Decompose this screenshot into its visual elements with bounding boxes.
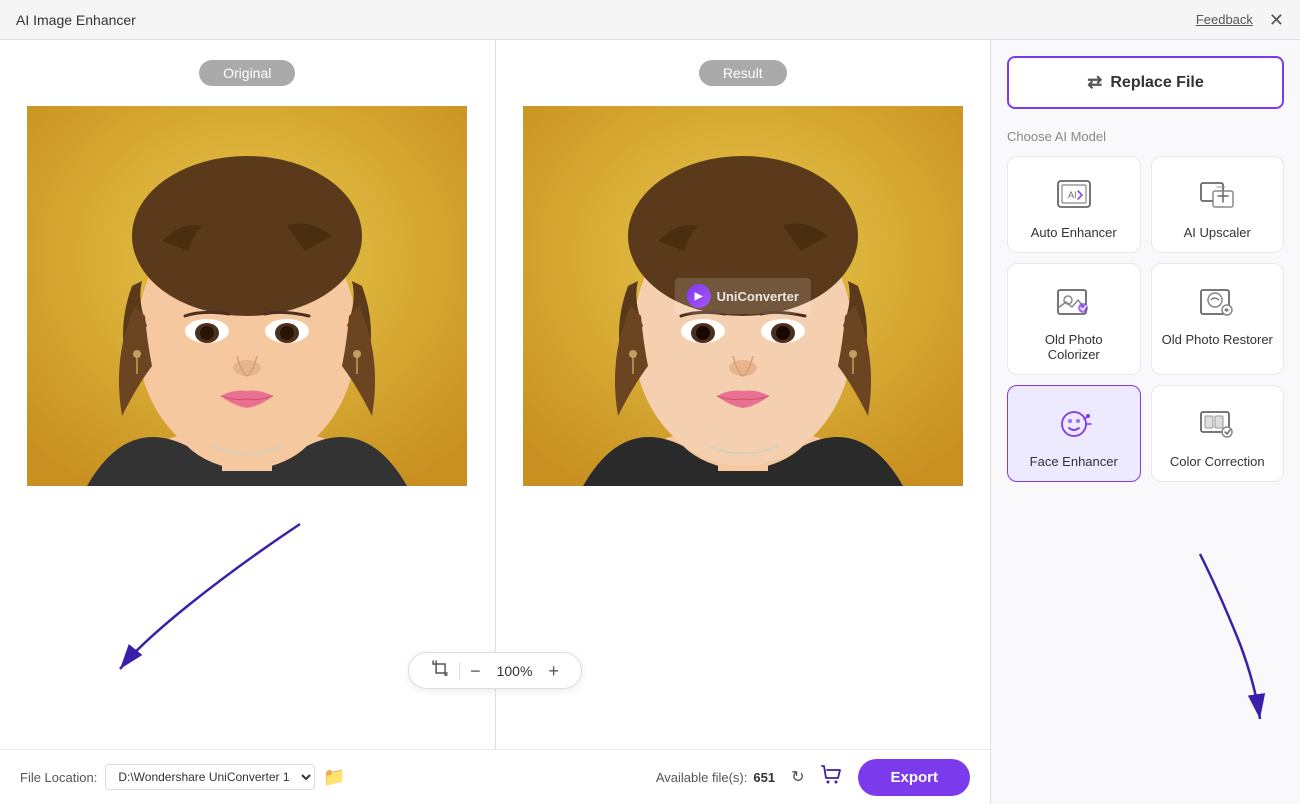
app-title: AI Image Enhancer <box>16 12 136 28</box>
face-enhancer-label: Face Enhancer <box>1030 454 1118 469</box>
zoom-out-button[interactable]: − <box>462 662 489 680</box>
folder-button[interactable]: 📁 <box>323 767 345 788</box>
result-panel: Result <box>496 40 991 749</box>
auto-enhancer-label: Auto Enhancer <box>1031 225 1117 240</box>
choose-model-label: Choose AI Model <box>1007 129 1284 144</box>
model-card-ai-upscaler[interactable]: AI Upscaler <box>1151 156 1285 253</box>
image-area: Original <box>0 40 990 804</box>
color-correction-icon <box>1195 402 1239 446</box>
main-content: Original <box>0 40 1300 804</box>
replace-icon: ⇄ <box>1087 72 1102 93</box>
export-button[interactable]: Export <box>858 759 970 796</box>
title-bar-right: Feedback ✕ <box>1196 11 1284 29</box>
color-correction-label: Color Correction <box>1170 454 1265 469</box>
model-card-auto-enhancer[interactable]: AI Auto Enhancer <box>1007 156 1141 253</box>
old-photo-restorer-icon <box>1195 280 1239 324</box>
auto-enhancer-icon: AI <box>1052 173 1096 217</box>
result-label: Result <box>699 60 787 86</box>
watermark-icon: ▶ <box>687 284 711 308</box>
model-card-face-enhancer[interactable]: Face Enhancer <box>1007 385 1141 482</box>
file-location-label: File Location: <box>20 770 97 785</box>
old-photo-colorizer-icon <box>1052 280 1096 324</box>
ai-upscaler-label: AI Upscaler <box>1184 225 1251 240</box>
close-button[interactable]: ✕ <box>1269 11 1284 29</box>
original-photo <box>27 106 467 486</box>
replace-file-button[interactable]: ⇄ Replace File <box>1007 56 1284 109</box>
model-card-old-photo-restorer[interactable]: Old Photo Restorer <box>1151 263 1285 375</box>
replace-file-label: Replace File <box>1110 74 1203 92</box>
title-bar: AI Image Enhancer Feedback ✕ <box>0 0 1300 40</box>
available-label: Available file(s): <box>656 770 748 785</box>
zoom-in-button[interactable]: + <box>540 662 567 680</box>
model-card-color-correction[interactable]: Color Correction <box>1151 385 1285 482</box>
face-enhancer-icon <box>1052 402 1096 446</box>
refresh-button[interactable]: ↻ <box>791 767 804 787</box>
original-label: Original <box>199 60 295 86</box>
available-count: 651 <box>753 770 775 785</box>
result-photo: ▶ UniConverter <box>523 106 963 486</box>
file-path-select[interactable]: D:\Wondershare UniConverter 1 <box>105 764 315 790</box>
image-panels: Original <box>0 40 990 749</box>
available-files: Available file(s): 651 <box>656 770 775 785</box>
right-arrow-svg <box>1100 544 1280 744</box>
zoom-controls: − 100% + <box>408 652 582 689</box>
svg-text:AI: AI <box>1068 190 1077 200</box>
watermark: ▶ UniConverter <box>675 278 811 314</box>
feedback-link[interactable]: Feedback <box>1196 12 1253 27</box>
original-photo-svg <box>27 106 467 486</box>
file-location: File Location: D:\Wondershare UniConvert… <box>20 764 346 790</box>
model-grid: AI Auto Enhancer AI Upscaler <box>1007 156 1284 482</box>
zoom-value: 100% <box>489 663 541 679</box>
crop-button[interactable] <box>423 659 457 682</box>
title-bar-left: AI Image Enhancer <box>16 12 136 28</box>
original-panel: Original <box>0 40 496 749</box>
cart-button[interactable] <box>820 764 842 791</box>
old-photo-restorer-label: Old Photo Restorer <box>1162 332 1273 347</box>
model-card-old-photo-colorizer[interactable]: Old Photo Colorizer <box>1007 263 1141 375</box>
bottom-right: Available file(s): 651 ↻ Export <box>656 759 970 796</box>
right-panel: ⇄ Replace File Choose AI Model AI Auto E… <box>990 40 1300 804</box>
watermark-text: UniConverter <box>717 289 799 304</box>
old-photo-colorizer-label: Old Photo Colorizer <box>1018 332 1130 362</box>
ai-upscaler-icon <box>1195 173 1239 217</box>
bottom-bar: File Location: D:\Wondershare UniConvert… <box>0 749 990 804</box>
